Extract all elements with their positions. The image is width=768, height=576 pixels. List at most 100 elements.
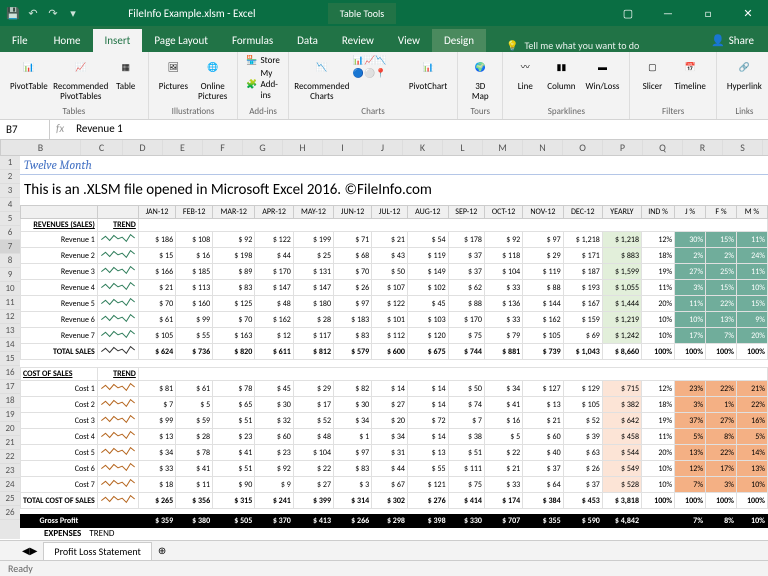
row-header[interactable]: 21	[0, 436, 20, 450]
timeline-button[interactable]: 📅Timeline	[670, 54, 709, 94]
row-header[interactable]: 5	[0, 212, 20, 226]
window-title: FileInfo Example.xlsm - Excel	[86, 7, 298, 20]
cells-content[interactable]: Twelve Month This is an .XLSM file opene…	[20, 156, 768, 539]
new-sheet-button[interactable]: ⊕	[158, 544, 166, 557]
tab-nav-prev[interactable]: ◀	[22, 544, 30, 557]
sparkline-line-button[interactable]: 〰Line	[509, 54, 541, 94]
row-header[interactable]: 9	[0, 268, 20, 282]
tab-view[interactable]: View	[386, 29, 432, 52]
online-pictures-button[interactable]: 🌐Online Pictures	[194, 54, 231, 104]
pictures-button[interactable]: 🖼Pictures	[155, 54, 192, 94]
formula-input[interactable]: Revenue 1	[70, 120, 768, 139]
share-button[interactable]: 👤Share	[697, 29, 768, 52]
row-header[interactable]: 6	[0, 226, 20, 240]
col-header[interactable]: O	[563, 140, 603, 155]
rec-charts-button[interactable]: 📉Recommended Charts	[295, 54, 349, 104]
sparkline-col-button[interactable]: ▮▮Column	[543, 54, 579, 94]
row-header[interactable]: 10	[0, 282, 20, 296]
pivotchart-button[interactable]: 📊PivotChart	[405, 54, 451, 94]
row-header[interactable]: 12	[0, 310, 20, 324]
row-header[interactable]: 11	[0, 296, 20, 310]
my-addins-button[interactable]: 🧩My Add-ins	[244, 67, 282, 102]
save-button[interactable]: 💾	[4, 4, 22, 22]
redo-button[interactable]: ↷	[44, 4, 62, 22]
col-header[interactable]: H	[283, 140, 323, 155]
row-header[interactable]: 16	[0, 366, 20, 380]
ribbon: 📊PivotTable 📈Recommended PivotTables ▦Ta…	[0, 52, 768, 120]
sparkline-wl-button[interactable]: ▬Win/Loss	[582, 54, 624, 94]
row-header[interactable]: 18	[0, 394, 20, 408]
col-header[interactable]: C	[81, 140, 123, 155]
tab-formulas[interactable]: Formulas	[220, 29, 285, 52]
row-header[interactable]: 14	[0, 338, 20, 352]
link-icon: 🔗	[732, 56, 756, 80]
col-header[interactable]: D	[123, 140, 163, 155]
undo-button[interactable]: ↶	[24, 4, 42, 22]
sparkline-line-icon: 〰	[513, 56, 537, 80]
col-header[interactable]: N	[523, 140, 563, 155]
row-header[interactable]: 19	[0, 408, 20, 422]
tab-page-layout[interactable]: Page Layout	[142, 29, 220, 52]
context-tab-label: Table Tools	[328, 3, 396, 24]
hyperlink-button[interactable]: 🔗Hyperlink	[723, 54, 766, 94]
tab-file[interactable]: File	[0, 29, 40, 52]
sheet-tab[interactable]: Profit Loss Statement	[43, 542, 151, 560]
store-button[interactable]: 🏪Store	[244, 54, 282, 67]
col-header[interactable]: B	[1, 140, 81, 155]
rec-pivottable-button[interactable]: 📈Recommended PivotTables	[54, 54, 108, 104]
maximize-button[interactable]: □	[688, 0, 728, 26]
chart-gallery-2[interactable]: 🔵⚪📍	[351, 67, 403, 80]
row-header[interactable]: 13	[0, 324, 20, 338]
col-header[interactable]: S	[723, 140, 763, 155]
row-header[interactable]: 3	[0, 184, 20, 198]
row-header[interactable]: 8	[0, 254, 20, 268]
col-header[interactable]: M	[483, 140, 523, 155]
row-header[interactable]: 26	[0, 506, 20, 520]
col-header[interactable]: Q	[643, 140, 683, 155]
pivottable-button[interactable]: 📊PivotTable	[6, 54, 52, 94]
3dmap-button[interactable]: 🌍3D Map	[464, 54, 496, 104]
col-header[interactable]: T	[763, 140, 768, 155]
tab-home[interactable]: Home	[42, 29, 93, 52]
row-header[interactable]: 20	[0, 422, 20, 436]
row-header[interactable]: 15	[0, 352, 20, 366]
ribbon-options-button[interactable]: ▢	[608, 0, 648, 26]
share-icon: 👤	[711, 34, 725, 47]
minimize-button[interactable]: —	[648, 0, 688, 26]
col-header[interactable]: L	[443, 140, 483, 155]
tab-design[interactable]: Design	[432, 29, 486, 52]
row-header[interactable]: 2	[0, 170, 20, 184]
group-filters-label: Filters	[636, 106, 709, 117]
col-header[interactable]: G	[243, 140, 283, 155]
table-button[interactable]: ▦Table	[110, 54, 142, 94]
row-header[interactable]: 25	[0, 492, 20, 506]
tab-review[interactable]: Review	[330, 29, 386, 52]
row-header[interactable]: 17	[0, 380, 20, 394]
row-header[interactable]: 22	[0, 450, 20, 464]
col-header[interactable]: F	[203, 140, 243, 155]
row-header[interactable]: 7	[0, 240, 20, 254]
tab-insert[interactable]: Insert	[93, 29, 143, 52]
close-button[interactable]: ✕	[728, 0, 768, 26]
slicer-button[interactable]: ▢Slicer	[636, 54, 668, 94]
data-table[interactable]: JAN-12FEB-12MAR-12APR-12MAY-12JUN-12JUL-…	[20, 205, 768, 528]
row-header[interactable]: 24	[0, 478, 20, 492]
col-header[interactable]: K	[403, 140, 443, 155]
chart-gallery-1[interactable]: 📊📈📉	[351, 54, 403, 67]
tell-me-search[interactable]: 💡Tell me what you want to do	[506, 39, 639, 52]
col-header[interactable]: P	[603, 140, 643, 155]
col-header[interactable]: J	[363, 140, 403, 155]
col-header[interactable]: E	[163, 140, 203, 155]
col-header[interactable]: I	[323, 140, 363, 155]
tab-nav-next[interactable]: ▶	[30, 544, 38, 557]
qat-customize-button[interactable]: ▾	[64, 4, 82, 22]
tab-data[interactable]: Data	[285, 29, 330, 52]
fx-icon[interactable]: fx	[50, 120, 70, 139]
row-header[interactable]: 4	[0, 198, 20, 212]
worksheet-area[interactable]: B C D E F G H I J K L M N O P Q R S T 12…	[0, 140, 768, 550]
name-box[interactable]: B7	[0, 120, 50, 139]
table-row: Cost 6$ 33$ 41$ 51$ 92$ 22$ 83$ 44$ 55$ …	[21, 461, 768, 477]
row-header[interactable]: 1	[0, 156, 20, 170]
col-header[interactable]: R	[683, 140, 723, 155]
row-header[interactable]: 23	[0, 464, 20, 478]
